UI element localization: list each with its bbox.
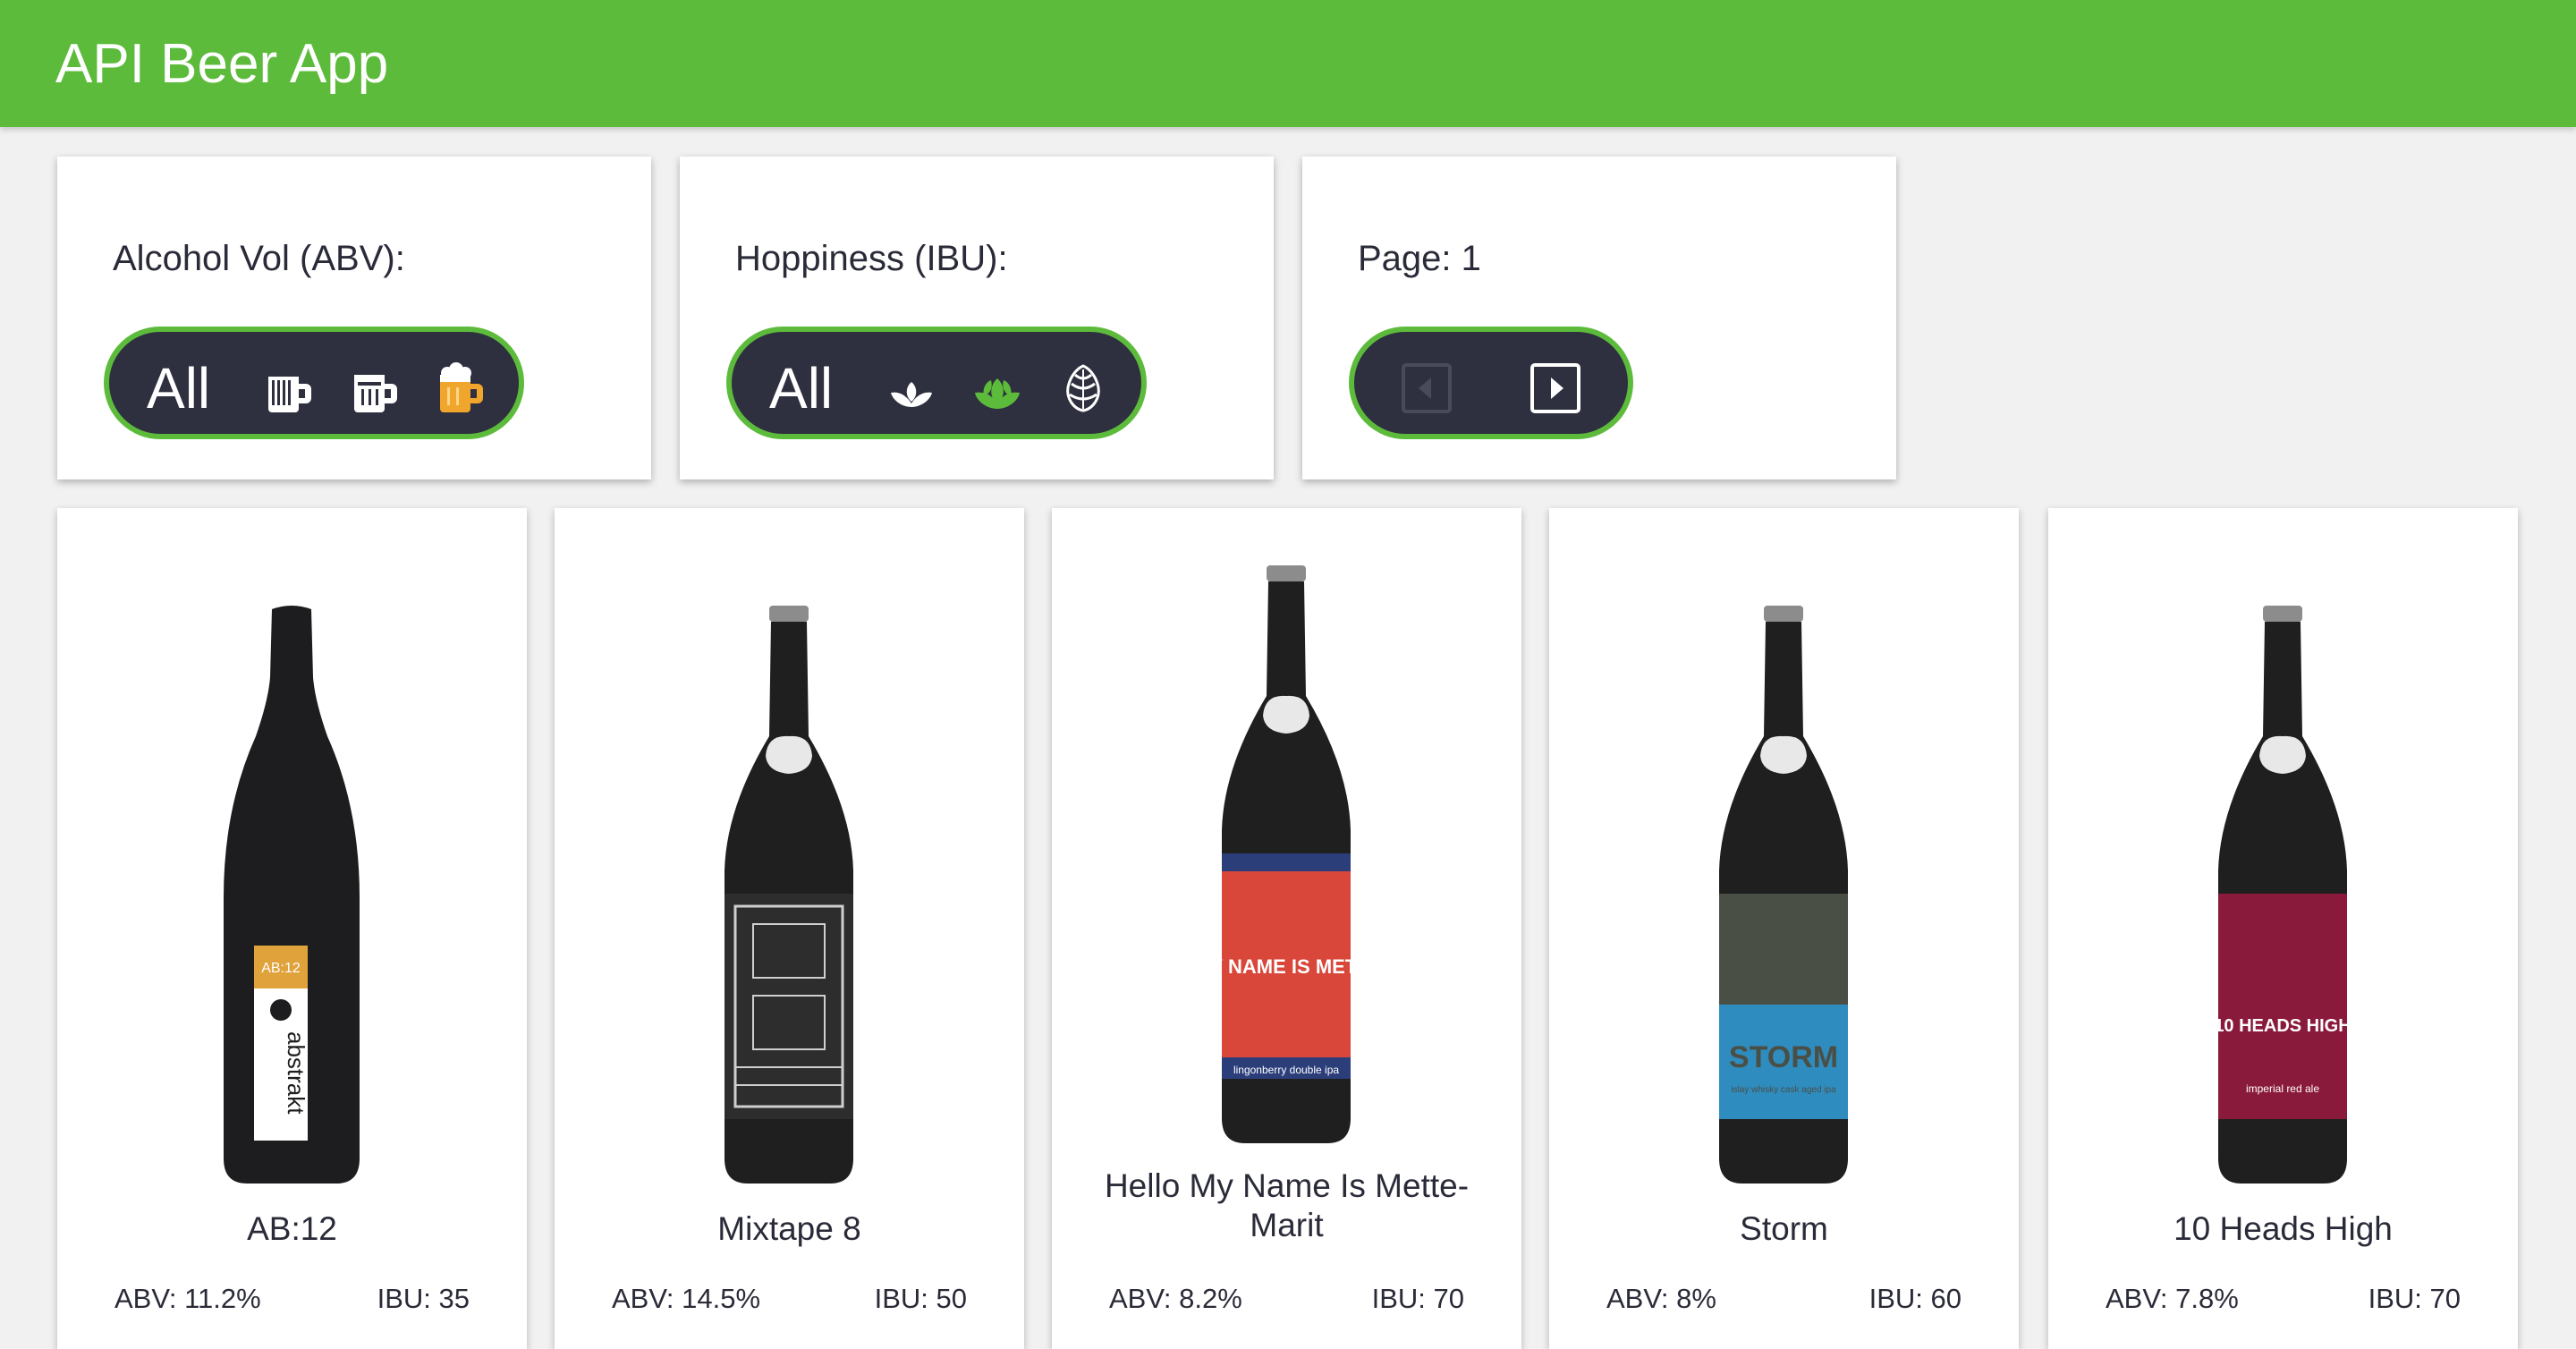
abv-filter-group: All (104, 327, 524, 439)
abv-filter-panel: Alcohol Vol (ABV): All (57, 157, 651, 479)
prev-page-icon[interactable] (1401, 362, 1453, 414)
beer-card[interactable]: 10 HEADS HIGH imperial red ale 10 Heads … (2048, 508, 2518, 1349)
beer-abv: ABV: 11.2% (114, 1283, 261, 1314)
medium-abv-mug-icon[interactable] (349, 362, 401, 414)
medium-ibu-hop-icon[interactable] (971, 362, 1023, 414)
beer-name: Hello My Name Is Mette-Marit (1104, 1167, 1470, 1243)
app-title: API Beer App (55, 33, 389, 95)
ibu-all-button[interactable]: All (769, 355, 833, 421)
heads-label-sub: imperial red ale (2246, 1082, 2319, 1095)
beer-abv: ABV: 7.8% (2106, 1283, 2239, 1314)
beer-ibu: IBU: 70 (2368, 1283, 2461, 1314)
beer-abv: ABV: 14.5% (612, 1283, 761, 1314)
high-ibu-hop-icon[interactable] (1057, 362, 1109, 414)
beer-ibu: IBU: 35 (377, 1283, 470, 1314)
mixtape8-bottle-image (724, 606, 853, 1184)
abv-all-button[interactable]: All (147, 355, 210, 421)
low-abv-mug-icon[interactable] (263, 362, 315, 414)
hello-label-text: HELLO MY NAME IS METTE-MARIT (1197, 955, 1376, 978)
ibu-filter-group: All (726, 327, 1147, 439)
storm-bottle-image: STORM islay whisky cask aged ipa (1719, 606, 1848, 1184)
beer-name: 10 Heads High (2174, 1210, 2393, 1247)
ibu-filter-panel: Hoppiness (IBU): All (680, 157, 1274, 479)
beer-name: Storm (1740, 1210, 1828, 1247)
beer-ibu: IBU: 60 (1868, 1283, 1962, 1314)
low-ibu-hop-icon[interactable] (886, 362, 937, 414)
beer-card[interactable]: Mixtape 8 ABV: 14.5% IBU: 50 (555, 508, 1024, 1349)
abv-filter-label: Alcohol Vol (ABV): (113, 239, 405, 278)
hello-my-name-is-bottle-image: HELLO MY NAME IS METTE-MARIT lingonberry… (1197, 565, 1376, 1143)
pagination-group (1349, 327, 1633, 439)
beer-abv: ABV: 8.2% (1109, 1283, 1242, 1314)
page-label: Page: 1 (1358, 239, 1481, 278)
high-abv-mug-icon[interactable] (435, 362, 487, 414)
ab12-bottle-image: AB:12 abstrakt (224, 606, 360, 1184)
beer-ibu: IBU: 50 (874, 1283, 967, 1314)
pagination-panel: Page: 1 (1302, 157, 1896, 479)
beer-name: Mixtape 8 (717, 1210, 861, 1247)
storm-label-sub: islay whisky cask aged ipa (1731, 1085, 1836, 1095)
hello-label-sub: lingonberry double ipa (1233, 1064, 1339, 1076)
beer-ibu: IBU: 70 (1371, 1283, 1464, 1314)
storm-label-text: STORM (1729, 1040, 1838, 1074)
ab12-label-sub: abstrakt (283, 1031, 309, 1115)
heads-label-text: 10 HEADS HIGH (2214, 1016, 2351, 1036)
beer-card[interactable]: STORM islay whisky cask aged ipa Storm A… (1549, 508, 2019, 1349)
ab12-label-text: AB:12 (261, 961, 301, 976)
10-heads-high-bottle-image: 10 HEADS HIGH imperial red ale (2214, 606, 2351, 1184)
beer-name: AB:12 (247, 1210, 337, 1247)
ibu-filter-label: Hoppiness (IBU): (735, 239, 1008, 278)
beer-card[interactable]: HELLO MY NAME IS METTE-MARIT lingonberry… (1052, 508, 1521, 1349)
next-page-icon[interactable] (1530, 362, 1581, 414)
beer-abv: ABV: 8% (1606, 1283, 1716, 1314)
app-bar: API Beer App (0, 0, 2576, 127)
beer-card[interactable]: AB:12 abstrakt AB:12 ABV: 11.2% IBU: 35 (57, 508, 527, 1349)
